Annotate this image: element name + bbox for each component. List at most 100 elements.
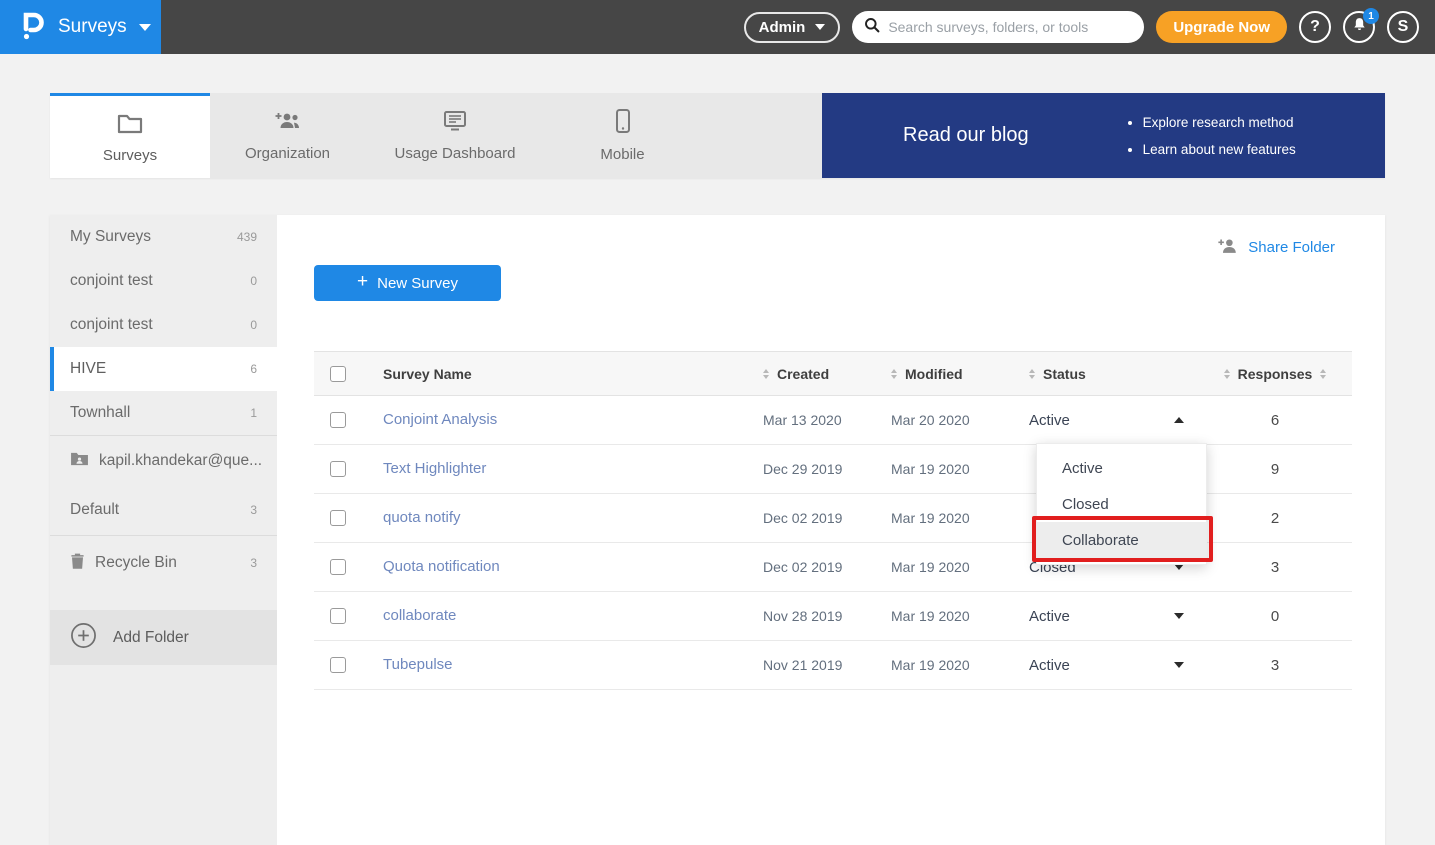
- column-header-created[interactable]: Created: [763, 366, 891, 382]
- top-navbar: Surveys Admin Upgrade Now ? 1 S: [0, 0, 1435, 54]
- navbar-right: Admin Upgrade Now ? 1 S: [744, 0, 1435, 54]
- sort-icon[interactable]: [1224, 369, 1230, 379]
- created-date: Dec 02 2019: [763, 559, 842, 575]
- sidebar-item-recycle-bin[interactable]: Recycle Bin 3: [50, 535, 277, 589]
- survey-name-link[interactable]: Text Highlighter: [383, 460, 486, 477]
- section-tabs: Surveys Organization Usage Dashboard: [50, 93, 1385, 178]
- select-all-checkbox[interactable]: [330, 366, 346, 382]
- plus-icon: +: [357, 271, 368, 293]
- sidebar-item-hive[interactable]: HIVE 6: [50, 347, 277, 391]
- global-search[interactable]: [852, 11, 1144, 43]
- tab-mobile[interactable]: Mobile: [545, 93, 700, 178]
- table-row: Conjoint Analysis Mar 13 2020 Mar 20 202…: [314, 396, 1352, 445]
- dashboard-icon: [441, 109, 469, 137]
- survey-name-link[interactable]: quota notify: [383, 509, 461, 526]
- status-value: Active: [1029, 608, 1070, 625]
- sidebar-filler: [50, 665, 277, 845]
- admin-menu-button[interactable]: Admin: [744, 12, 841, 43]
- column-header-status[interactable]: Status: [1029, 366, 1198, 382]
- new-survey-button[interactable]: + New Survey: [314, 265, 501, 301]
- row-checkbox[interactable]: [330, 657, 346, 673]
- sort-icon[interactable]: [763, 369, 769, 379]
- responses-count: 6: [1271, 412, 1279, 429]
- folder-label: Default: [70, 501, 119, 519]
- tab-organization[interactable]: Organization: [210, 93, 365, 178]
- mobile-icon: [614, 108, 632, 138]
- survey-name-link[interactable]: collaborate: [383, 607, 456, 624]
- column-label: Status: [1043, 366, 1086, 382]
- notifications-button[interactable]: 1: [1343, 11, 1375, 43]
- folder-icon: [116, 111, 144, 139]
- column-header-modified[interactable]: Modified: [891, 366, 1029, 382]
- sidebar-item-my-surveys[interactable]: My Surveys 439: [50, 215, 277, 259]
- folder-count: 1: [250, 406, 257, 420]
- sidebar-item-conjoint-test-1[interactable]: conjoint test 0: [50, 259, 277, 303]
- chevron-down-icon: [139, 24, 151, 31]
- tab-surveys[interactable]: Surveys: [50, 93, 210, 178]
- tab-usage-dashboard[interactable]: Usage Dashboard: [365, 93, 545, 178]
- survey-name-link[interactable]: Conjoint Analysis: [383, 411, 497, 428]
- row-checkbox[interactable]: [330, 608, 346, 624]
- responses-count: 9: [1271, 461, 1279, 478]
- sidebar-item-conjoint-test-2[interactable]: conjoint test 0: [50, 303, 277, 347]
- people-add-icon: [273, 109, 303, 137]
- folder-label: Townhall: [70, 404, 130, 422]
- upgrade-now-button[interactable]: Upgrade Now: [1156, 11, 1287, 43]
- sidebar-item-shared-account[interactable]: kapil.khandekar@que...: [50, 435, 277, 485]
- row-checkbox[interactable]: [330, 412, 346, 428]
- status-caret-down-icon[interactable]: [1174, 662, 1184, 668]
- row-checkbox[interactable]: [330, 510, 346, 526]
- sidebar-item-default[interactable]: Default 3: [50, 485, 277, 535]
- new-survey-label: New Survey: [377, 275, 458, 292]
- folder-count: 3: [250, 556, 257, 570]
- survey-name-link[interactable]: Quota notification: [383, 558, 500, 575]
- folder-count: 0: [250, 318, 257, 332]
- blog-banner[interactable]: Read our blog Explore research method Le…: [822, 93, 1385, 178]
- modified-date: Mar 19 2020: [891, 510, 970, 526]
- status-caret-down-icon[interactable]: [1174, 613, 1184, 619]
- folder-label: My Surveys: [70, 228, 151, 246]
- status-option-closed[interactable]: Closed: [1037, 486, 1206, 522]
- column-header-responses[interactable]: Responses: [1198, 366, 1352, 382]
- survey-name-link[interactable]: Tubepulse: [383, 656, 453, 673]
- sort-icon[interactable]: [1029, 369, 1035, 379]
- folder-count: 6: [250, 362, 257, 376]
- column-label: Responses: [1238, 366, 1313, 382]
- tab-label: Mobile: [600, 146, 644, 163]
- share-folder-label: Share Folder: [1248, 239, 1335, 256]
- created-date: Dec 29 2019: [763, 461, 842, 477]
- sort-icon[interactable]: [891, 369, 897, 379]
- chevron-down-icon: [815, 24, 825, 30]
- status-option-active[interactable]: Active: [1037, 450, 1206, 486]
- row-checkbox[interactable]: [330, 461, 346, 477]
- created-date: Mar 13 2020: [763, 412, 842, 428]
- help-button[interactable]: ?: [1299, 11, 1331, 43]
- questionpro-logo-icon: [20, 8, 46, 47]
- modified-date: Mar 19 2020: [891, 657, 970, 673]
- search-input[interactable]: [888, 19, 1132, 35]
- survey-list-content: Share Folder + New Survey Survey Name Cr…: [277, 215, 1385, 845]
- add-folder-button[interactable]: Add Folder: [50, 610, 277, 665]
- status-caret-up-icon[interactable]: [1174, 417, 1184, 423]
- created-date: Dec 02 2019: [763, 510, 842, 526]
- tab-label: Organization: [245, 145, 330, 162]
- sidebar-item-townhall[interactable]: Townhall 1: [50, 391, 277, 435]
- tab-label: Surveys: [103, 147, 157, 164]
- modified-date: Mar 20 2020: [891, 412, 970, 428]
- product-switcher[interactable]: Surveys: [0, 0, 161, 54]
- status-option-collaborate[interactable]: Collaborate: [1037, 522, 1206, 558]
- column-label: Modified: [905, 366, 963, 382]
- column-header-survey-name[interactable]: Survey Name: [367, 366, 763, 382]
- user-avatar[interactable]: S: [1387, 11, 1419, 43]
- row-checkbox[interactable]: [330, 559, 346, 575]
- search-icon: [864, 17, 880, 38]
- banner-title[interactable]: Read our blog: [903, 124, 1029, 147]
- column-label: Created: [777, 366, 829, 382]
- sort-icon[interactable]: [1320, 369, 1326, 379]
- folder-label: HIVE: [70, 360, 106, 378]
- share-person-icon: [1217, 237, 1239, 258]
- folder-count: 0: [250, 274, 257, 288]
- main-panel: My Surveys 439 conjoint test 0 conjoint …: [50, 215, 1385, 845]
- banner-bullet-list: Explore research method Learn about new …: [1125, 115, 1296, 157]
- share-folder-link[interactable]: Share Folder: [1217, 237, 1335, 258]
